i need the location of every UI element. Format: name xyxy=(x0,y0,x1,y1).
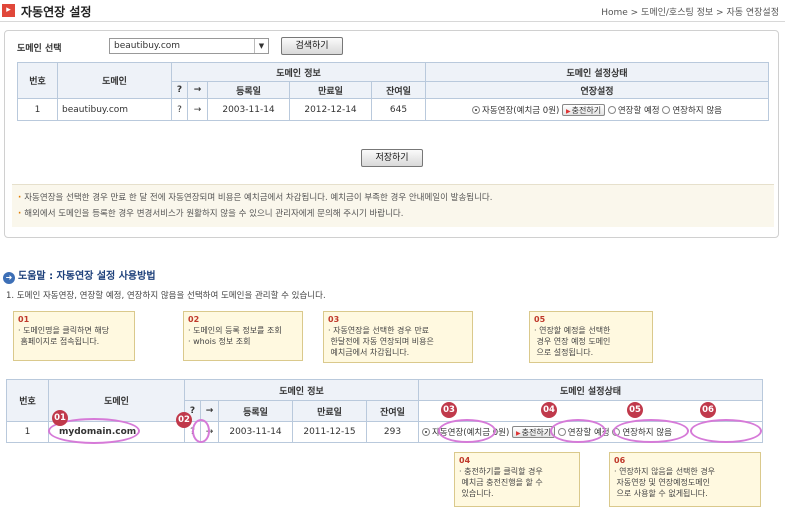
radio-auto[interactable] xyxy=(472,105,481,114)
ex-col-exp: 만료일 xyxy=(292,400,367,422)
marker-03: 03 xyxy=(441,402,457,418)
col-q: ? xyxy=(171,81,188,99)
col-ext: 연장설정 xyxy=(425,81,769,99)
row-domain-link[interactable]: beautibuy.com xyxy=(57,98,172,121)
page-title: 자동연장 설정 xyxy=(21,5,92,19)
tip-02: 02 · 도메인의 등록 정보를 조회 · whois 정보 조회 xyxy=(183,311,303,361)
ex-row-left: 293 xyxy=(366,421,419,443)
arrow-right-icon: ▸ xyxy=(2,4,15,17)
row-ext-options: 자동연장(예치금 0원) ▶충전하기 연장할 예정 연장하지 않음 xyxy=(425,98,769,121)
ex-row-no: 1 xyxy=(6,421,49,443)
marker-06: 06 xyxy=(700,402,716,418)
ex-col-info: 도메인 정보 xyxy=(184,379,419,401)
col-reg: 등록일 xyxy=(207,81,290,99)
ex-col-domain: 도메인 xyxy=(48,379,185,422)
col-domain: 도메인 xyxy=(57,62,172,99)
row-exp: 2012-12-14 xyxy=(289,98,372,121)
col-no: 번호 xyxy=(17,62,58,99)
play-icon: ▶ xyxy=(566,107,571,115)
col-status: 도메인 설정상태 xyxy=(425,62,769,82)
table-row: 1 beautibuy.com ? → 2003-11-14 2012-12-1… xyxy=(17,98,769,121)
ex-charge-button-label: 충전하기 xyxy=(521,428,552,437)
highlight-ring-charge xyxy=(550,419,606,443)
tip-04: 04 · 충전하기를 클릭할 경우 예치금 충전진행을 할 수 있습니다. xyxy=(454,452,580,507)
ex-col-status: 도메인 설정상태 xyxy=(418,379,763,401)
page-header: ▸ 자동연장 설정 Home > 도메인/호스팅 정보 > 자동 연장설정 xyxy=(0,0,785,22)
search-button[interactable]: 검색하기 xyxy=(281,37,343,55)
note-item: · 자동연장을 선택한 경우 만료 한 달 전에 자동연장되며 비용은 예치금에서… xyxy=(18,193,493,203)
highlight-ring-none xyxy=(690,419,762,443)
radio-none[interactable] xyxy=(662,105,671,114)
charge-button[interactable]: ▶충전하기 xyxy=(562,103,606,116)
arrow-right-circle-icon: ➜ xyxy=(3,272,15,284)
ex-col-left: 잔여일 xyxy=(366,400,419,422)
marker-01: 01 xyxy=(52,410,68,426)
ex-col-arrow: → xyxy=(200,400,219,422)
col-left: 잔여일 xyxy=(371,81,426,99)
col-info: 도메인 정보 xyxy=(171,62,426,82)
domain-select-value: beautibuy.com xyxy=(114,41,181,51)
radio-auto-label: 자동연장(예치금 0원) xyxy=(482,105,560,116)
ex-charge-button[interactable]: ▶충전하기 xyxy=(512,426,556,438)
ex-row-reg: 2003-11-14 xyxy=(218,421,293,443)
breadcrumb: Home > 도메인/호스팅 정보 > 자동 연장설정 xyxy=(601,8,779,18)
play-icon: ▶ xyxy=(516,430,521,437)
highlight-ring-whois xyxy=(192,419,210,443)
highlight-ring-auto xyxy=(438,419,496,443)
go-button[interactable]: → xyxy=(187,98,208,121)
col-exp: 만료일 xyxy=(289,81,372,99)
ex-col-reg: 등록일 xyxy=(218,400,293,422)
row-reg: 2003-11-14 xyxy=(207,98,290,121)
ex-radio-auto[interactable] xyxy=(422,428,430,436)
marker-04: 04 xyxy=(541,402,557,418)
domain-select[interactable]: beautibuy.com ▼ xyxy=(109,38,269,54)
note-item: · 해외에서 도메인을 등록한 경우 변경서비스가 원활하지 않을 수 있으니 관… xyxy=(18,209,404,219)
col-arrow: → xyxy=(187,81,208,99)
charge-button-label: 충전하기 xyxy=(571,105,602,115)
marker-05: 05 xyxy=(627,402,643,418)
radio-plan[interactable] xyxy=(607,105,616,114)
help-title: ➜ 도움말 : 자동연장 설정 사용방법 xyxy=(3,267,156,284)
tip-01: 01 · 도메인명을 클릭하면 해당 홈페이지로 접속됩니다. xyxy=(13,311,135,361)
radio-none-label: 연장하지 않음 xyxy=(672,105,722,116)
radio-plan-label: 연장할 예정 xyxy=(617,105,660,116)
help-description: 1. 도메인 자동연장, 연장할 예정, 연장하지 않음을 선택하여 도메인을 … xyxy=(6,291,326,301)
row-left: 645 xyxy=(371,98,426,121)
whois-button[interactable]: ? xyxy=(171,98,188,121)
tip-05: 05 · 연장할 예정을 선택한 경우 연장 예정 도메인 으로 설정됩니다. xyxy=(529,311,653,363)
ex-col-no: 번호 xyxy=(6,379,49,422)
settings-panel: 도메인 선택 beautibuy.com ▼ 검색하기 번호 도메인 도메인 정… xyxy=(4,30,779,238)
marker-02: 02 xyxy=(176,412,192,428)
tip-06: 06 · 연장하지 않음을 선택한 경우 자동연장 및 연장예정도메인 으로 사… xyxy=(609,452,761,507)
domain-select-label: 도메인 선택 xyxy=(17,44,62,54)
save-button[interactable]: 저장하기 xyxy=(361,149,423,167)
chevron-down-icon: ▼ xyxy=(254,39,268,53)
row-no: 1 xyxy=(17,98,58,121)
ex-row-exp: 2011-12-15 xyxy=(292,421,367,443)
highlight-ring-plan xyxy=(613,419,689,443)
notes-box: · 자동연장을 선택한 경우 만료 한 달 전에 자동연장되며 비용은 예치금에서… xyxy=(12,184,774,227)
tip-03: 03 · 자동연장을 선택한 경우 만료 한달전에 자동 연장되며 비용은 예치… xyxy=(323,311,473,363)
domain-table: 번호 도메인 도메인 정보 도메인 설정상태 ? → 등록일 만료일 잔여일 연… xyxy=(17,62,769,121)
